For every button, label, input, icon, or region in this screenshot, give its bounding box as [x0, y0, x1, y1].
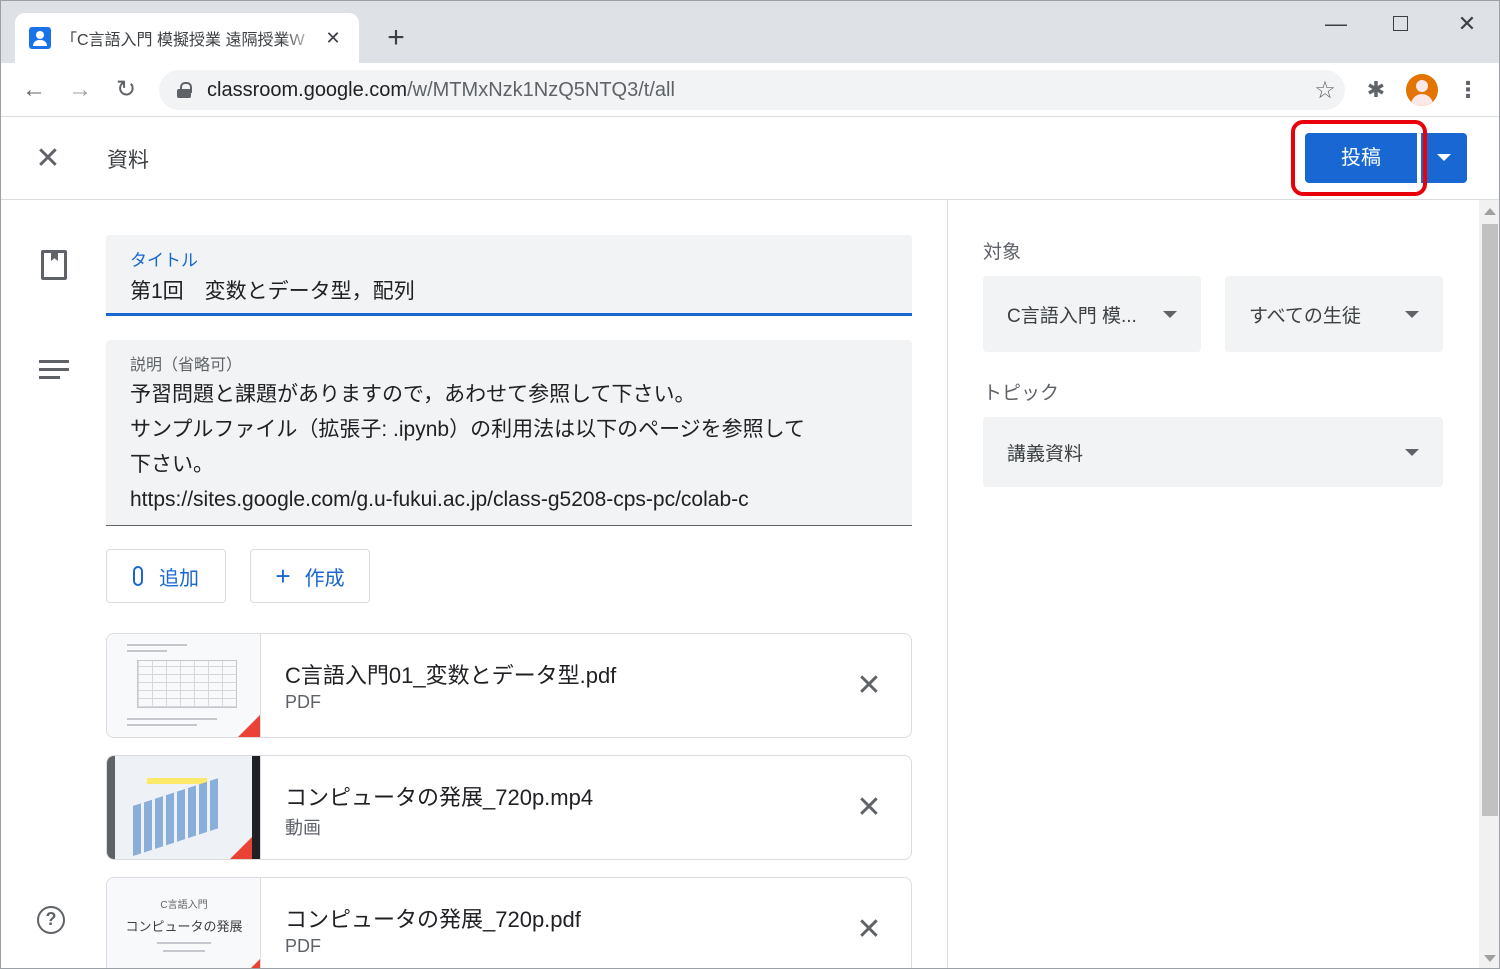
attachment-name[interactable]: コンピュータの発展_720p.mp4 — [285, 780, 593, 812]
page-title: 資料 — [107, 149, 149, 172]
browser-window: 「C言語入門 模擬授業 遠隔授業W ✕ + — ✕ ← → ↻ classroo… — [0, 0, 1500, 969]
scrollbar-thumb[interactable] — [1482, 224, 1498, 816]
scroll-down-arrow-icon[interactable] — [1484, 955, 1496, 962]
pdf-corner-icon — [236, 959, 260, 968]
topic-label: トピック — [983, 383, 1060, 404]
new-tab-button[interactable]: + — [381, 21, 411, 55]
dropdown-caret-icon — [1405, 448, 1419, 456]
add-attachment-button[interactable]: 追加 — [106, 549, 226, 603]
video-thumbnail — [107, 756, 261, 859]
extensions-puzzle-icon[interactable]: ✱ — [1361, 75, 1391, 105]
bookmark-star-icon[interactable]: ☆ — [1305, 76, 1345, 105]
address-bar[interactable]: classroom.google.com/w/MTMxNzk1NzQ5NTQ3/… — [159, 70, 1345, 110]
tab-strip: 「C言語入門 模擬授業 遠隔授業W ✕ + — ✕ — [1, 1, 1499, 63]
description-line: 予習問題と課題がありますので，あわせて参照して下さい。 — [130, 383, 696, 406]
close-icon[interactable]: ✕ — [31, 142, 65, 176]
classroom-favicon-icon — [29, 27, 51, 49]
post-button[interactable]: 投稿 — [1305, 133, 1417, 183]
scroll-up-arrow-icon[interactable] — [1484, 208, 1496, 215]
description-lines-icon — [39, 360, 69, 380]
description-line: 下さい。 — [130, 453, 214, 476]
class-select-value: C言語入門 模... — [1007, 305, 1137, 327]
description-field[interactable]: 説明（省略可） 予習問題と課題がありますので，あわせて参照して下さい。 サンプル… — [106, 340, 912, 526]
description-textarea[interactable]: 予習問題と課題がありますので，あわせて参照して下さい。 サンプルファイル（拡張子… — [130, 377, 888, 517]
help-icon[interactable]: ? — [37, 906, 65, 934]
pdf-thumbnail — [107, 634, 261, 737]
dropdown-caret-icon — [1163, 310, 1177, 318]
post-options-dropdown-icon[interactable] — [1421, 133, 1467, 183]
profile-avatar[interactable] — [1406, 74, 1438, 106]
description-line: サンプルファイル（拡張子: .ipynb）の利用法は以下のページを参照して — [130, 418, 806, 441]
attachment-type: PDF — [285, 936, 321, 956]
reload-icon[interactable]: ↻ — [109, 73, 143, 107]
class-select[interactable]: C言語入門 模... — [983, 276, 1201, 352]
tab-title: 「C言語入門 模擬授業 遠隔授業W — [61, 32, 305, 49]
main-form: タイトル 第1回 変数とデータ型，配列 説明（省略可） 予習問題と課題があります… — [1, 200, 947, 968]
plus-icon: + — [275, 561, 291, 591]
create-button[interactable]: + 作成 — [250, 549, 370, 603]
url-path: /w/MTMxNzk1NzQ5NTQ3/t/all — [407, 78, 675, 101]
dropdown-caret-icon — [1405, 310, 1419, 318]
description-line: https://sites.google.com/g.u-fukui.ac.jp… — [130, 488, 749, 511]
vertical-scrollbar[interactable] — [1479, 200, 1499, 968]
thumbnail-title: コンピュータの発展 — [125, 919, 243, 934]
topic-select[interactable]: 講義資料 — [983, 417, 1443, 487]
back-arrow-icon[interactable]: ← — [17, 73, 51, 107]
tab-close-icon[interactable]: ✕ — [321, 28, 345, 49]
remove-attachment-icon[interactable]: ✕ — [849, 666, 889, 706]
paperclip-icon — [133, 566, 143, 586]
pdf-corner-icon — [236, 715, 260, 737]
settings-side-panel: 対象 C言語入門 模... すべての生徒 トピック 講義資料 — [947, 200, 1499, 968]
topic-select-value: 講義資料 — [1007, 443, 1084, 465]
thumbnail-subtitle: C言語入門 — [160, 900, 208, 911]
url-host: classroom.google.com — [207, 78, 408, 101]
attachment-card[interactable]: コンピュータの発展_720p.mp4 動画 ✕ — [106, 755, 912, 860]
pdf-thumbnail: C言語入門 コンピュータの発展 — [107, 878, 261, 968]
video-corner-icon — [228, 837, 252, 859]
app-header: ✕ 資料 投稿 — [1, 118, 1499, 200]
browser-tab[interactable]: 「C言語入門 模擬授業 遠隔授業W ✕ — [15, 13, 359, 63]
lock-icon[interactable] — [177, 82, 192, 98]
create-button-label: 作成 — [304, 567, 345, 590]
more-vert-icon[interactable]: ⋮ — [1456, 75, 1480, 105]
attachment-type: 動画 — [285, 818, 321, 838]
browser-toolbar: ← → ↻ classroom.google.com/w/MTMxNzk1NzQ… — [1, 63, 1499, 117]
attachment-name[interactable]: C言語入門01_変数とデータ型.pdf — [285, 658, 616, 690]
attachment-card[interactable]: C言語入門01_変数とデータ型.pdf PDF ✕ — [106, 633, 912, 738]
students-select[interactable]: すべての生徒 — [1225, 276, 1443, 352]
attachment-type: PDF — [285, 692, 321, 712]
description-field-label: 説明（省略可） — [130, 357, 243, 374]
target-label: 対象 — [983, 242, 1022, 263]
title-input[interactable]: 第1回 変数とデータ型，配列 — [130, 275, 888, 305]
add-button-label: 追加 — [159, 567, 199, 590]
attachment-card[interactable]: C言語入門 コンピュータの発展 コンピュータの発展_720p.pdf PDF ✕ — [106, 877, 912, 968]
remove-attachment-icon[interactable]: ✕ — [849, 788, 889, 828]
students-select-value: すべての生徒 — [1249, 305, 1361, 327]
remove-attachment-icon[interactable]: ✕ — [849, 910, 889, 950]
window-close-icon[interactable]: ✕ — [1452, 9, 1482, 39]
forward-arrow-icon[interactable]: → — [63, 73, 97, 107]
url-text[interactable]: classroom.google.com/w/MTMxNzk1NzQ5NTQ3/… — [207, 79, 1305, 102]
maximize-icon[interactable] — [1385, 9, 1415, 39]
title-field[interactable]: タイトル 第1回 変数とデータ型，配列 — [106, 235, 912, 316]
minimize-icon[interactable]: — — [1321, 9, 1351, 39]
attachment-name[interactable]: コンピュータの発展_720p.pdf — [285, 902, 581, 934]
bookmark-book-icon — [41, 250, 67, 280]
title-field-label: タイトル — [130, 251, 198, 270]
